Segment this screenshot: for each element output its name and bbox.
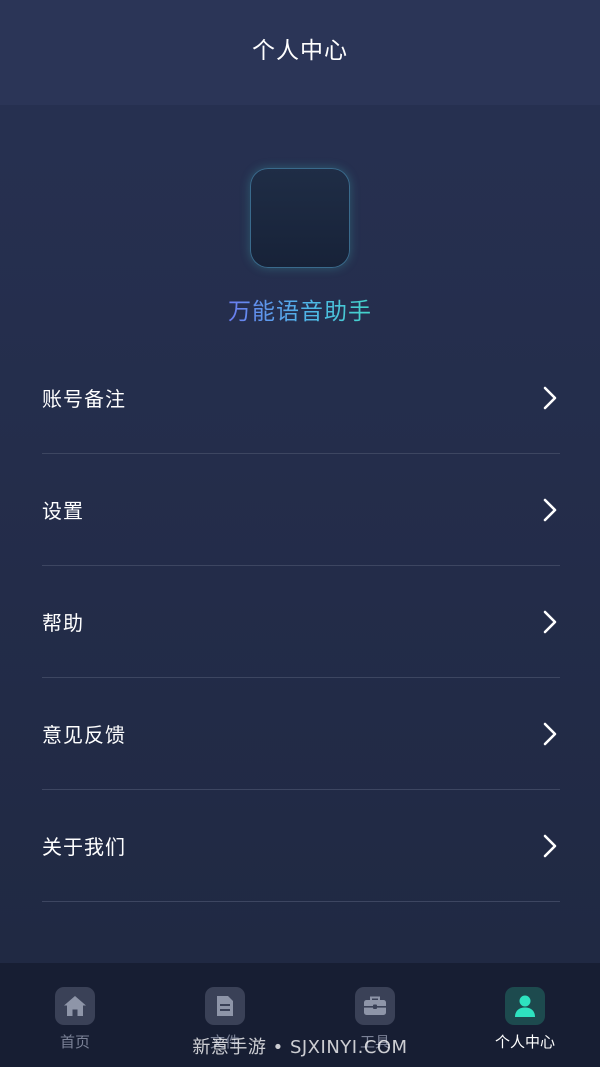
tab-label: 个人中心 [494, 1033, 555, 1051]
file-icon [205, 987, 245, 1025]
tab-profile[interactable]: 个人中心 [450, 963, 600, 1067]
bottom-tab-bar: 首页 文件 工具 个人中心 [0, 963, 600, 1067]
menu-item-label: 账号备注 [42, 387, 126, 411]
app-logo [250, 168, 350, 268]
chevron-right-icon [540, 610, 560, 634]
menu-item-feedback[interactable]: 意见反馈 [42, 678, 560, 790]
chevron-right-icon [540, 722, 560, 746]
page-title: 个人中心 [252, 37, 348, 64]
tab-label: 文件 [209, 1033, 240, 1051]
user-icon [505, 987, 545, 1025]
chevron-right-icon [540, 834, 560, 858]
home-icon [55, 987, 95, 1025]
tab-files[interactable]: 文件 [150, 963, 300, 1067]
sound-wave-icon [256, 182, 344, 254]
app-name: 万能语音助手 [228, 292, 372, 326]
menu-item-label: 意见反馈 [42, 723, 126, 747]
menu-item-account-note[interactable]: 账号备注 [42, 342, 560, 454]
tab-label: 首页 [59, 1033, 90, 1051]
header-bar: 个人中心 [0, 0, 600, 105]
menu-item-label: 帮助 [42, 611, 84, 635]
app-branding: 万能语音助手 [0, 168, 600, 326]
tab-label: 工具 [359, 1033, 390, 1051]
menu-item-label: 关于我们 [42, 835, 126, 859]
menu-item-settings[interactable]: 设置 [42, 454, 560, 566]
chevron-right-icon [540, 498, 560, 522]
menu-item-help[interactable]: 帮助 [42, 566, 560, 678]
menu-item-about-us[interactable]: 关于我们 [42, 790, 560, 902]
profile-screen: 个人中心 万能语音助手 账号备注 设置 帮助 意见反馈 关于我们 首页 文件 工… [0, 0, 600, 1067]
briefcase-icon [355, 987, 395, 1025]
chevron-right-icon [540, 386, 560, 410]
tab-home[interactable]: 首页 [0, 963, 150, 1067]
settings-menu: 账号备注 设置 帮助 意见反馈 关于我们 [42, 342, 560, 902]
menu-item-label: 设置 [42, 499, 84, 523]
tab-tools[interactable]: 工具 [300, 963, 450, 1067]
